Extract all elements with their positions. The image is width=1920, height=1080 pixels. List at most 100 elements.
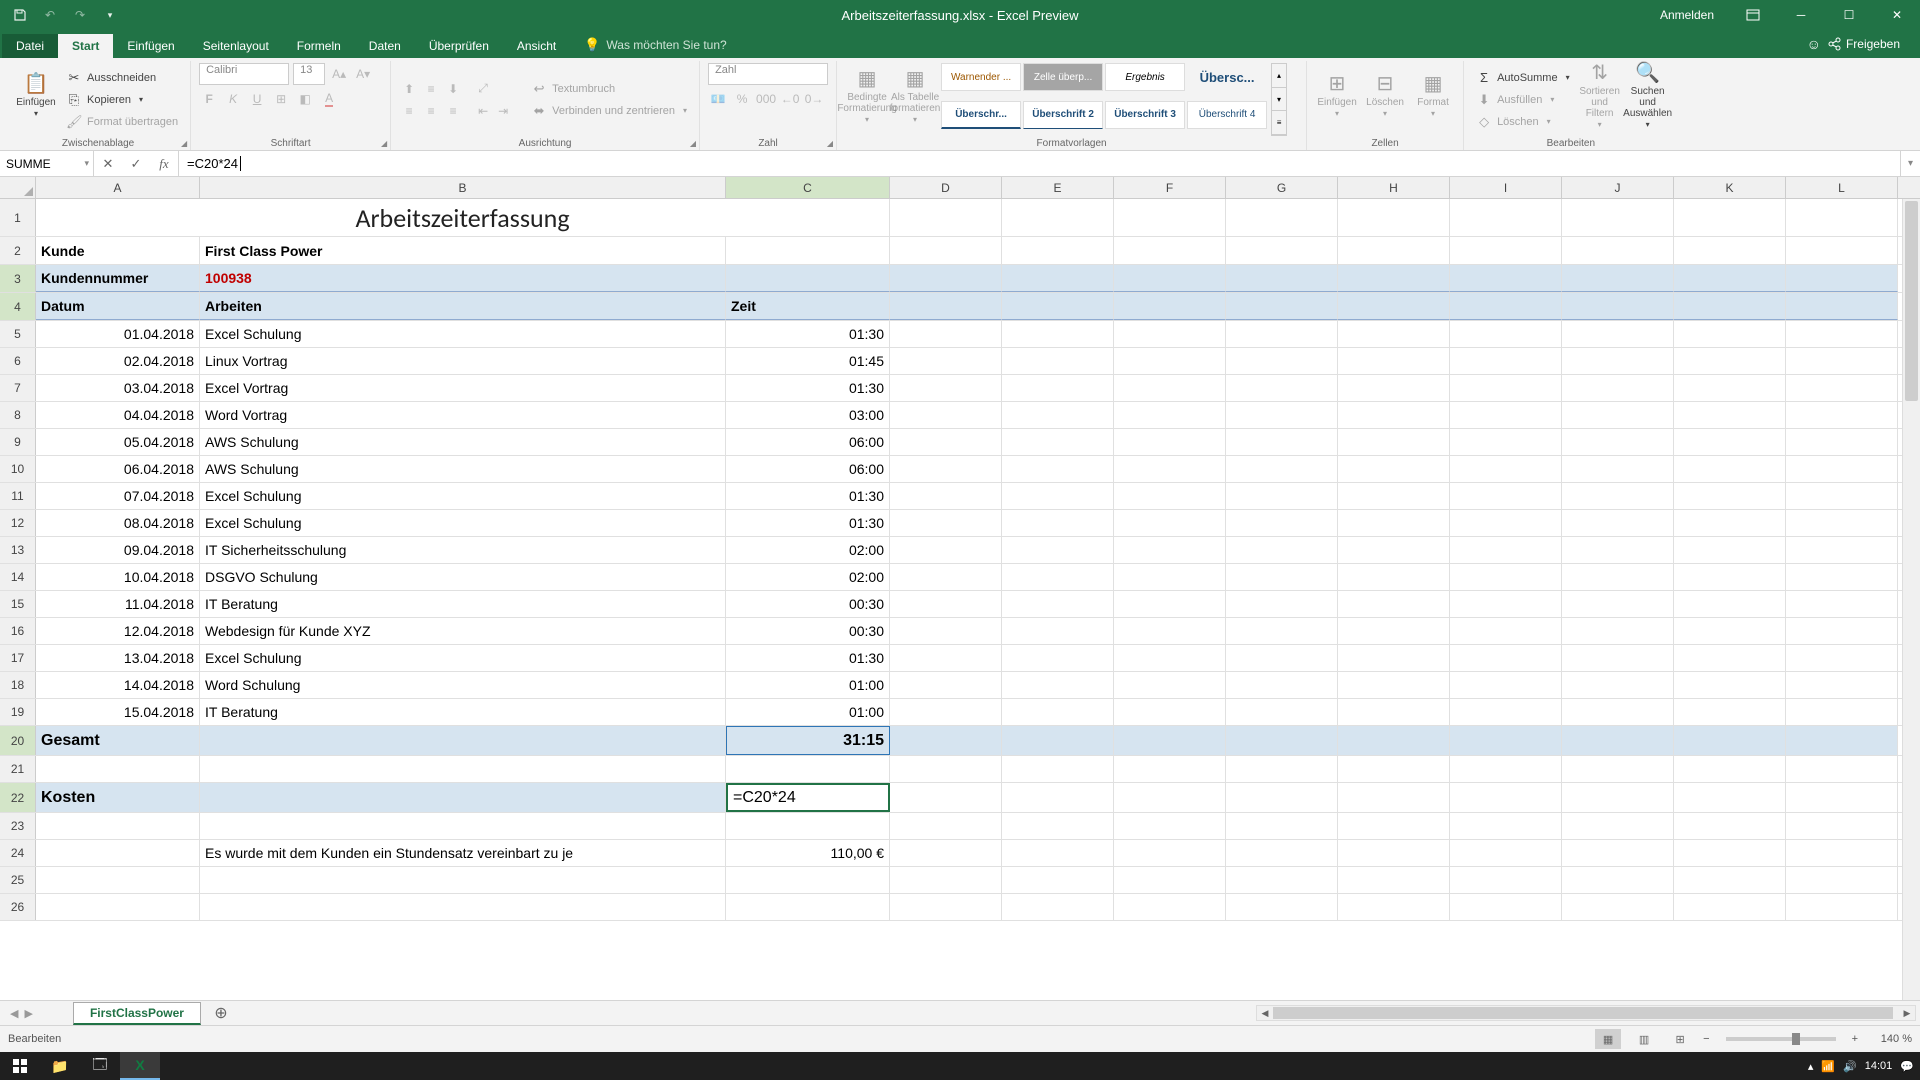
cell[interactable] <box>726 265 890 292</box>
share-button[interactable]: Freigeben <box>1827 37 1900 51</box>
decrease-indent-icon[interactable]: ⇤ <box>473 101 493 121</box>
cell[interactable]: 01:00 <box>726 672 890 698</box>
zoom-out-icon[interactable]: − <box>1703 1033 1709 1045</box>
row-header[interactable]: 20 <box>0 726 36 755</box>
style-heading4[interactable]: Überschrift 4 <box>1187 101 1267 129</box>
align-right-icon[interactable]: ≡ <box>443 101 463 121</box>
tab-view[interactable]: Ansicht <box>503 34 570 58</box>
cell[interactable]: 12.04.2018 <box>36 618 200 644</box>
row-header[interactable]: 17 <box>0 645 36 671</box>
row-header[interactable]: 5 <box>0 321 36 347</box>
cell[interactable]: 01:30 <box>726 321 890 347</box>
copy-button[interactable]: ⎘Kopieren▾ <box>62 90 182 110</box>
format-painter-button[interactable]: 🖌Format übertragen <box>62 112 182 132</box>
zoom-slider[interactable] <box>1726 1037 1836 1041</box>
cell[interactable]: 13.04.2018 <box>36 645 200 671</box>
scroll-thumb[interactable] <box>1905 201 1918 401</box>
conditional-formatting-button[interactable]: ▦Bedingte Formatierung▾ <box>845 63 889 129</box>
cell[interactable]: 00:30 <box>726 591 890 617</box>
tab-data[interactable]: Daten <box>355 34 415 58</box>
taskbar-excel-icon[interactable]: X <box>120 1052 160 1080</box>
row-header[interactable]: 12 <box>0 510 36 536</box>
align-top-icon[interactable]: ⬆ <box>399 79 419 99</box>
row-header[interactable]: 14 <box>0 564 36 590</box>
cell[interactable] <box>200 867 726 893</box>
maximize-icon[interactable]: ☐ <box>1826 0 1872 30</box>
qat-customize-icon[interactable]: ▾ <box>100 5 120 25</box>
cancel-formula-icon[interactable]: ✕ <box>94 156 122 172</box>
tray-clock[interactable]: 14:01 <box>1865 1060 1893 1072</box>
hscroll-right-icon[interactable]: ▶ <box>1899 1008 1915 1019</box>
view-page-layout-icon[interactable]: ▥ <box>1631 1029 1657 1049</box>
row-header[interactable]: 4 <box>0 293 36 320</box>
cell[interactable]: Excel Schulung <box>200 510 726 536</box>
cell[interactable] <box>726 867 890 893</box>
zoom-level[interactable]: 140 % <box>1868 1033 1912 1045</box>
cell[interactable] <box>200 813 726 839</box>
cell[interactable]: 01.04.2018 <box>36 321 200 347</box>
cell[interactable]: Linux Vortrag <box>200 348 726 374</box>
minimize-icon[interactable]: ─ <box>1778 0 1824 30</box>
cell[interactable]: 06.04.2018 <box>36 456 200 482</box>
cell-gesamt-value[interactable]: 31:15 <box>726 726 890 755</box>
cell[interactable]: 00:30 <box>726 618 890 644</box>
cut-button[interactable]: ✂Ausschneiden <box>62 68 182 88</box>
col-header-L[interactable]: L <box>1786 177 1898 198</box>
cell-title[interactable]: Arbeitszeiterfassung <box>36 199 890 236</box>
delete-cells-button[interactable]: ⊟Löschen▾ <box>1363 63 1407 129</box>
sheet-first-icon[interactable]: ◀ <box>10 1007 18 1020</box>
style-heading1[interactable]: Überschr... <box>941 101 1021 129</box>
cell[interactable]: 15.04.2018 <box>36 699 200 725</box>
cell[interactable]: 02:00 <box>726 537 890 563</box>
align-middle-icon[interactable]: ≡ <box>421 79 441 99</box>
fill-color-button[interactable]: ◧ <box>295 89 315 109</box>
undo-icon[interactable]: ↶ <box>40 5 60 25</box>
cell[interactable]: 09.04.2018 <box>36 537 200 563</box>
sort-filter-button[interactable]: ⇅Sortieren und Filtern▾ <box>1578 63 1622 129</box>
hscroll-thumb[interactable] <box>1273 1007 1893 1019</box>
find-select-button[interactable]: 🔍Suchen und Auswählen▾ <box>1626 63 1670 129</box>
signin-link[interactable]: Anmelden <box>1646 8 1728 22</box>
cell[interactable]: 06:00 <box>726 429 890 455</box>
border-button[interactable]: ⊞ <box>271 89 291 109</box>
row-header[interactable]: 16 <box>0 618 36 644</box>
ribbon-display-icon[interactable] <box>1730 0 1776 30</box>
cell-kosten-label[interactable]: Kosten <box>36 783 200 812</box>
tab-home[interactable]: Start <box>58 34 113 58</box>
cell[interactable]: Excel Vortrag <box>200 375 726 401</box>
feedback-icon[interactable]: ☺ <box>1807 36 1821 52</box>
cell[interactable] <box>726 237 890 264</box>
tray-volume-icon[interactable]: 🔊 <box>1843 1060 1857 1073</box>
increase-font-icon[interactable]: A▴ <box>329 64 349 84</box>
style-result[interactable]: Ergebnis <box>1105 63 1185 91</box>
view-page-break-icon[interactable]: ⊞ <box>1667 1029 1693 1049</box>
horizontal-scrollbar[interactable]: ◀ ▶ <box>1256 1005 1916 1021</box>
cell[interactable]: 110,00 € <box>726 840 890 866</box>
cell[interactable]: AWS Schulung <box>200 456 726 482</box>
number-format-combo[interactable]: Zahl <box>708 63 828 85</box>
font-size-combo[interactable]: 13 <box>293 63 325 85</box>
cell[interactable]: 100938 <box>200 265 726 292</box>
decrease-decimal-icon[interactable]: 0→ <box>804 89 824 109</box>
row-header[interactable]: 15 <box>0 591 36 617</box>
cell[interactable]: 01:45 <box>726 348 890 374</box>
align-center-icon[interactable]: ≡ <box>421 101 441 121</box>
orientation-icon[interactable]: ⤢ <box>473 79 493 99</box>
cell[interactable]: Word Vortrag <box>200 402 726 428</box>
row-header[interactable]: 8 <box>0 402 36 428</box>
row-header[interactable]: 22 <box>0 783 36 812</box>
save-icon[interactable] <box>10 5 30 25</box>
clipboard-dialog-launcher[interactable]: ◢ <box>181 139 187 148</box>
row-header[interactable]: 3 <box>0 265 36 292</box>
cell[interactable]: Excel Schulung <box>200 483 726 509</box>
cell[interactable]: Kundennummer <box>36 265 200 292</box>
col-header-J[interactable]: J <box>1562 177 1674 198</box>
cell[interactable]: 11.04.2018 <box>36 591 200 617</box>
cell[interactable]: 02:00 <box>726 564 890 590</box>
insert-cells-button[interactable]: ⊞Einfügen▾ <box>1315 63 1359 129</box>
row-header[interactable]: 1 <box>0 199 36 236</box>
row-header[interactable]: 26 <box>0 894 36 920</box>
col-header-H[interactable]: H <box>1338 177 1450 198</box>
col-header-C[interactable]: C <box>726 177 890 198</box>
format-as-table-button[interactable]: ▦Als Tabelle formatieren▾ <box>893 63 937 129</box>
